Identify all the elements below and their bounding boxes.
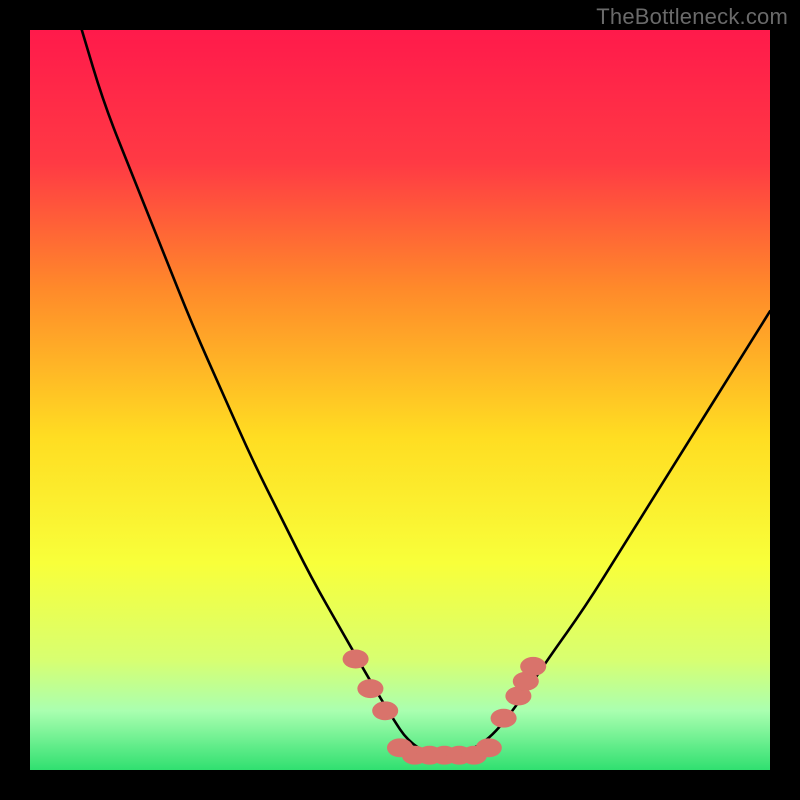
curve-main-curve (82, 30, 770, 755)
marker-point (476, 738, 502, 757)
marker-point (357, 679, 383, 698)
curve-layer (30, 30, 770, 770)
chart-frame: TheBottleneck.com (0, 0, 800, 800)
marker-point (520, 657, 546, 676)
plot-area (30, 30, 770, 770)
marker-point (491, 709, 517, 728)
watermark-label: TheBottleneck.com (596, 4, 788, 30)
marker-point (343, 650, 369, 669)
marker-point (372, 701, 398, 720)
